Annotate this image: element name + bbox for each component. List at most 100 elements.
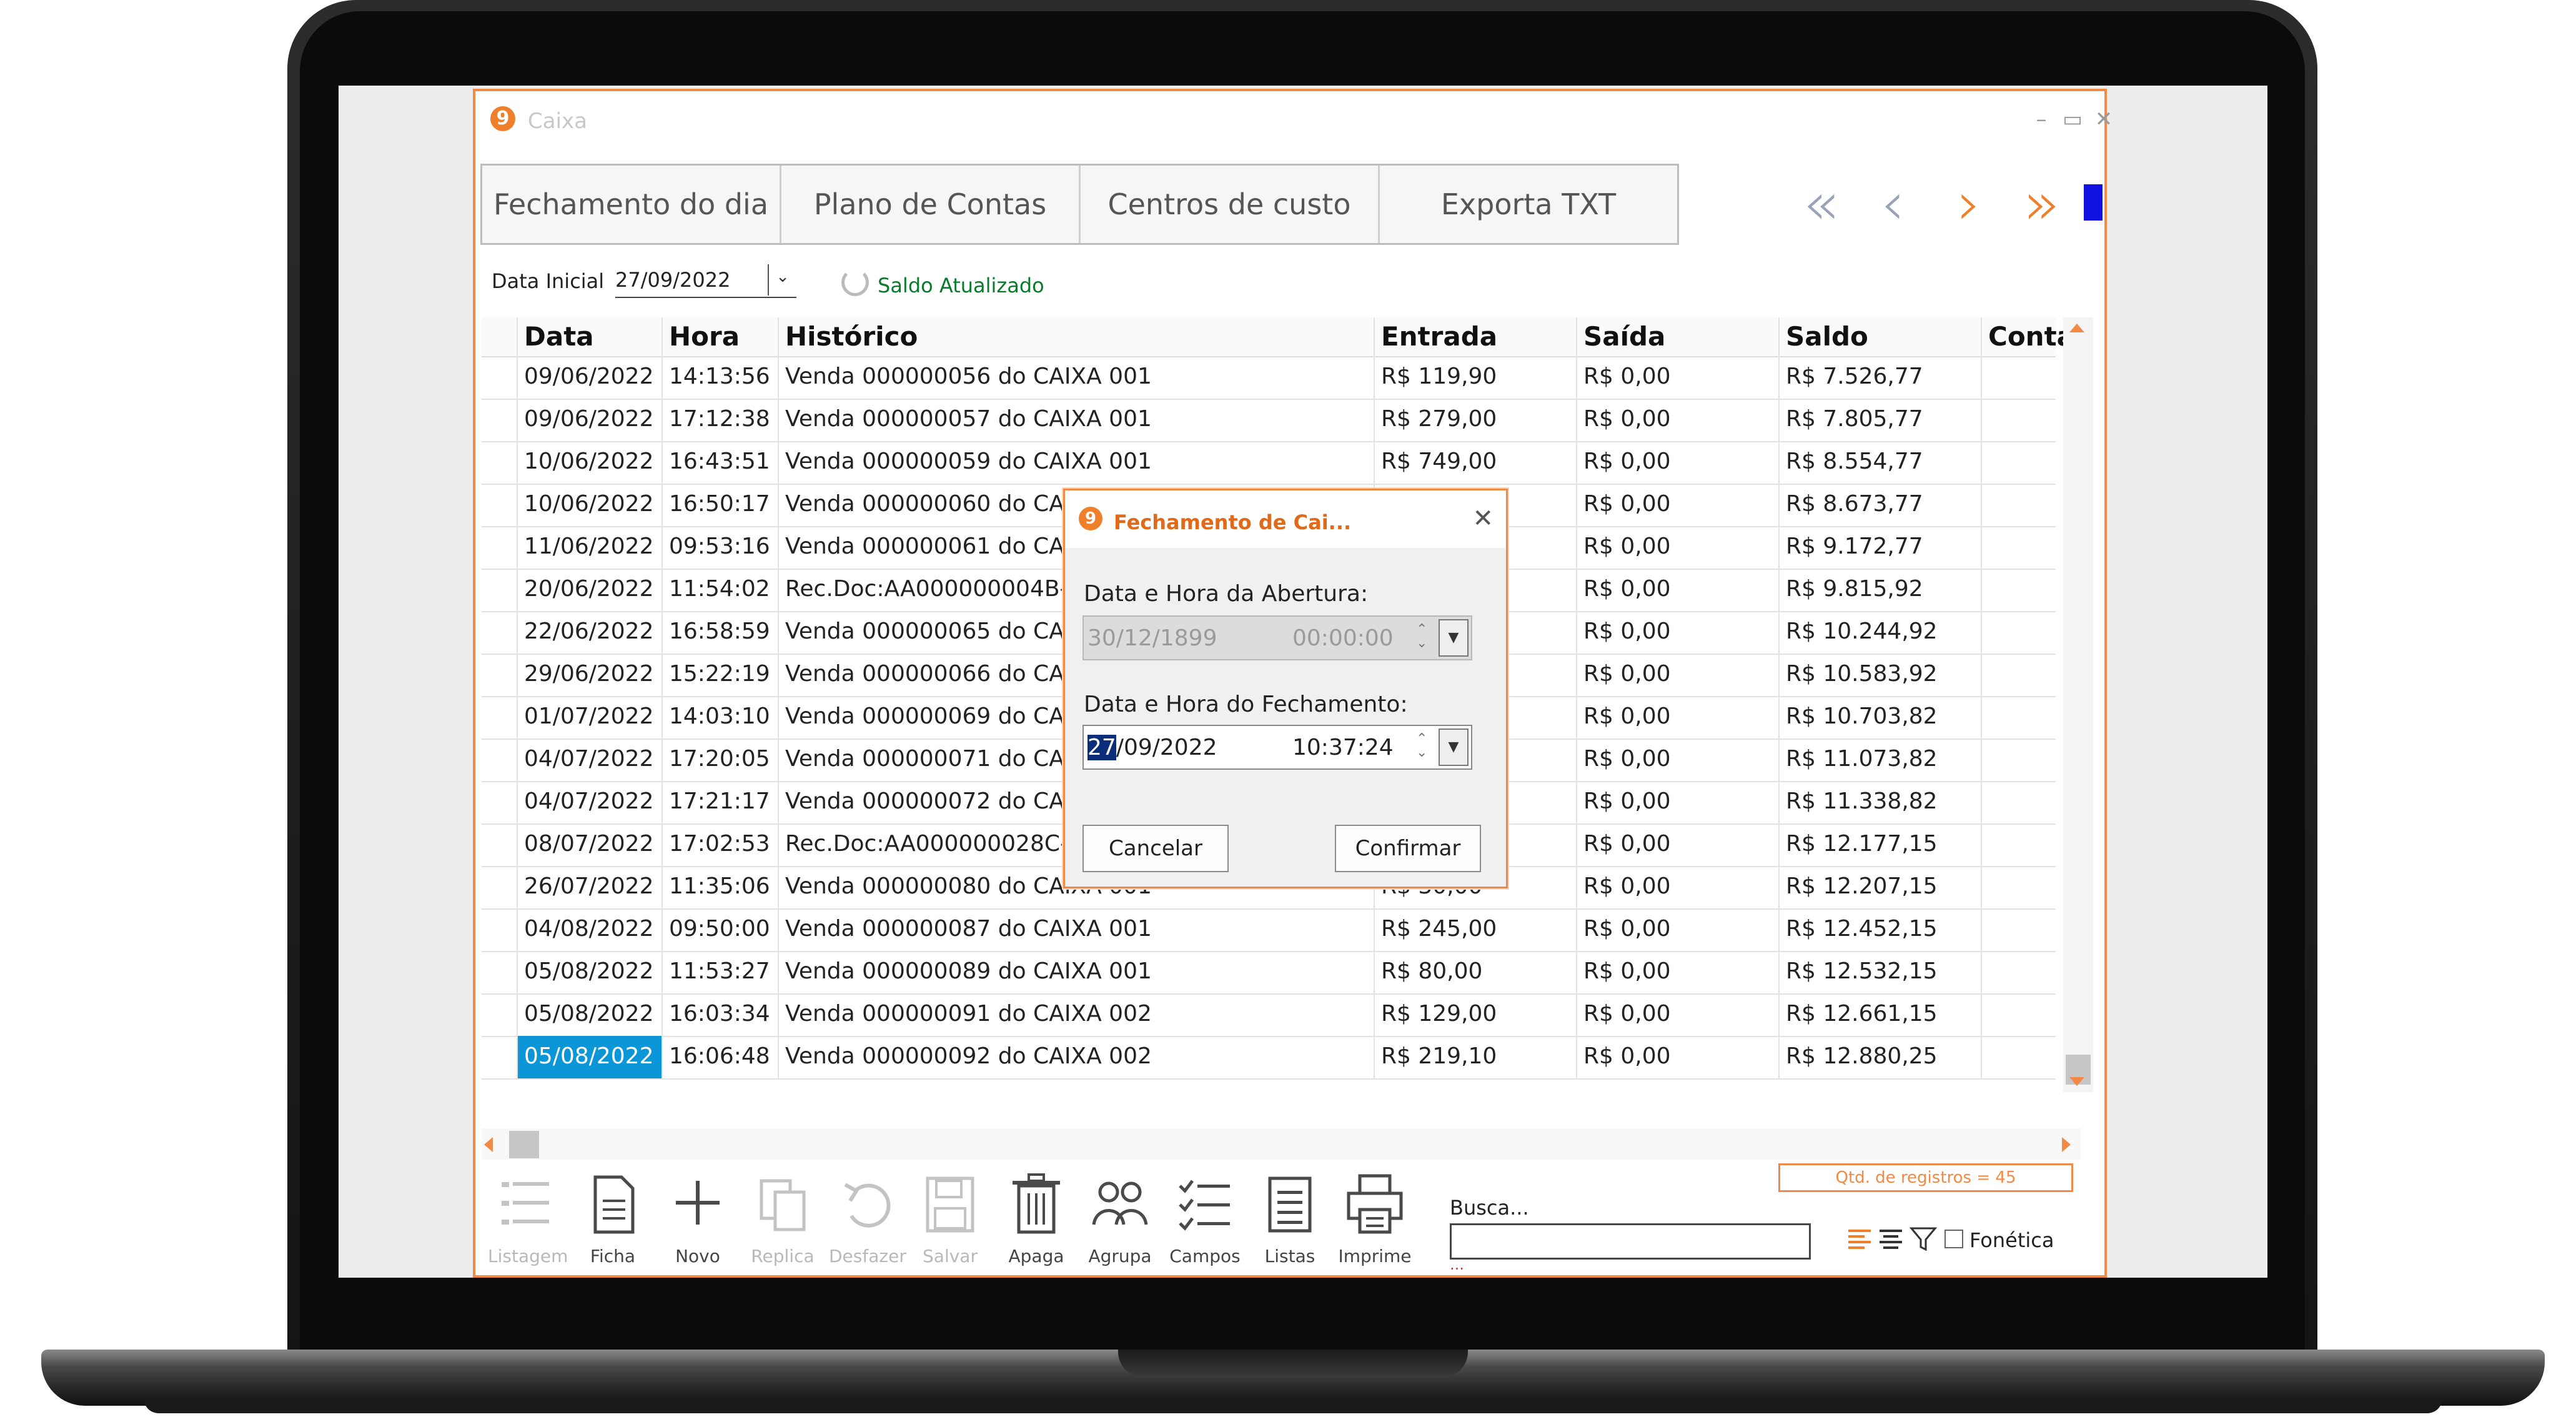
col-saldo[interactable]: Saldo xyxy=(1778,317,1981,356)
cell-saldo[interactable]: R$ 9.172,77 xyxy=(1778,526,1981,569)
busca-input[interactable] xyxy=(1450,1223,1811,1260)
apaga-button[interactable]: Apaga xyxy=(999,1172,1074,1278)
tab-plano-de-contas[interactable]: Plano de Contas xyxy=(781,166,1081,243)
cell-historico[interactable]: Venda 000000056 do CAIXA 001 xyxy=(778,356,1374,399)
cell-conta[interactable] xyxy=(1981,526,2056,569)
cell-saida[interactable]: R$ 0,00 xyxy=(1576,484,1778,526)
cell-entrada[interactable]: R$ 749,00 xyxy=(1374,441,1576,484)
cell-saldo[interactable]: R$ 12.661,15 xyxy=(1778,993,1981,1036)
listas-button[interactable]: Listas xyxy=(1252,1172,1327,1278)
scroll-down-icon[interactable] xyxy=(2069,1077,2084,1086)
col-data[interactable]: Data xyxy=(517,317,661,356)
cell-conta[interactable] xyxy=(1981,908,2056,951)
fechamento-time[interactable]: 10:37:24 xyxy=(1292,735,1394,760)
data-inicial-input[interactable]: 27/09/2022 ⌄ xyxy=(615,263,796,298)
table-row[interactable]: 10/06/2022 16:43:51 Venda 000000059 do CAI… xyxy=(482,441,2056,485)
cell-hora[interactable]: 17:12:38 xyxy=(661,399,778,441)
cell-hora[interactable]: 11:54:02 xyxy=(661,569,778,611)
table-row[interactable]: 05/08/2022 16:06:48 Venda 000000092 do CAI… xyxy=(482,1036,2056,1080)
cell-saida[interactable]: R$ 0,00 xyxy=(1576,654,1778,696)
cell-hora[interactable]: 11:35:06 xyxy=(661,866,778,908)
cell-conta[interactable] xyxy=(1981,696,2056,738)
fechamento-day-selected[interactable]: 27 xyxy=(1087,735,1116,760)
cell-saida[interactable]: R$ 0,00 xyxy=(1576,356,1778,399)
cell-data[interactable]: 05/08/2022 xyxy=(517,993,661,1036)
cell-conta[interactable] xyxy=(1981,484,2056,526)
cell-saida[interactable]: R$ 0,00 xyxy=(1576,908,1778,951)
cell-data[interactable]: 04/07/2022 xyxy=(517,738,661,781)
cell-hora[interactable]: 17:20:05 xyxy=(661,738,778,781)
fechamento-date[interactable]: 27/09/2022 xyxy=(1087,735,1217,760)
cell-saida[interactable]: R$ 0,00 xyxy=(1576,738,1778,781)
cell-conta[interactable] xyxy=(1981,441,2056,484)
tab-fechamento-do-dia[interactable]: Fechamento do dia xyxy=(482,166,781,243)
cell-saldo[interactable]: R$ 7.805,77 xyxy=(1778,399,1981,441)
next-record-icon[interactable]: › xyxy=(1957,174,1981,234)
cell-data[interactable]: 10/06/2022 xyxy=(517,484,661,526)
cell-historico[interactable]: Venda 000000087 do CAIXA 001 xyxy=(778,908,1374,951)
col-conta[interactable]: Conta xyxy=(1981,317,2074,356)
fechamento-datetime-input[interactable]: 27/09/2022 10:37:24 ⌃ ⌄ ▼ xyxy=(1082,725,1472,770)
cell-hora[interactable]: 09:53:16 xyxy=(661,526,778,569)
cell-hora[interactable]: 16:03:34 xyxy=(661,993,778,1036)
cell-saldo[interactable]: R$ 10.703,82 xyxy=(1778,696,1981,738)
cell-saldo[interactable]: R$ 11.073,82 xyxy=(1778,738,1981,781)
cell-hora[interactable]: 16:58:59 xyxy=(661,611,778,654)
cell-hora[interactable]: 16:06:48 xyxy=(661,1036,778,1078)
campos-button[interactable]: Campos xyxy=(1167,1172,1242,1278)
cell-historico[interactable]: Venda 000000057 do CAIXA 001 xyxy=(778,399,1374,441)
col-entrada[interactable]: Entrada xyxy=(1374,317,1576,356)
cell-data[interactable]: 08/07/2022 xyxy=(517,823,661,866)
chevron-down-icon[interactable]: ⌄ xyxy=(768,264,796,296)
col-historico[interactable]: Histórico xyxy=(778,317,1374,356)
cell-conta[interactable] xyxy=(1981,356,2056,399)
desfazer-button[interactable]: Desfazer xyxy=(829,1172,906,1278)
cell-historico[interactable]: Venda 000000092 do CAIXA 002 xyxy=(778,1036,1374,1078)
dialog-close-icon[interactable]: ✕ xyxy=(1472,504,1494,533)
cell-conta[interactable] xyxy=(1981,569,2056,611)
table-row[interactable]: 09/06/2022 14:13:56 Venda 000000056 do CAI… xyxy=(482,356,2056,400)
cell-saldo[interactable]: R$ 8.673,77 xyxy=(1778,484,1981,526)
cell-historico[interactable]: Venda 000000059 do CAIXA 001 xyxy=(778,441,1374,484)
cell-saida[interactable]: R$ 0,00 xyxy=(1576,951,1778,993)
hscroll-thumb[interactable] xyxy=(509,1131,539,1158)
cell-conta[interactable] xyxy=(1981,654,2056,696)
listagem-button[interactable]: Listagem xyxy=(488,1172,568,1278)
table-row[interactable]: 05/08/2022 16:03:34 Venda 000000091 do CAI… xyxy=(482,993,2056,1037)
scroll-up-icon[interactable] xyxy=(2069,324,2084,332)
horizontal-scrollbar[interactable] xyxy=(482,1128,2081,1160)
align-center-icon[interactable] xyxy=(1878,1227,1903,1252)
fonetica-checkbox[interactable] xyxy=(1944,1230,1963,1248)
cell-conta[interactable] xyxy=(1981,866,2056,908)
replica-button[interactable]: Replica xyxy=(745,1172,820,1278)
cell-hora[interactable]: 14:03:10 xyxy=(661,696,778,738)
cell-hora[interactable]: 16:50:17 xyxy=(661,484,778,526)
vertical-scrollbar[interactable] xyxy=(2063,317,2093,1092)
cell-entrada[interactable]: R$ 80,00 xyxy=(1374,951,1576,993)
busca-options-dots[interactable]: ... xyxy=(1450,1256,1464,1273)
cell-conta[interactable] xyxy=(1981,993,2056,1036)
cell-conta[interactable] xyxy=(1981,781,2056,823)
cell-saldo[interactable]: R$ 7.526,77 xyxy=(1778,356,1981,399)
cell-saldo[interactable]: R$ 12.880,25 xyxy=(1778,1036,1981,1078)
cell-data[interactable]: 04/07/2022 xyxy=(517,781,661,823)
cell-saldo[interactable]: R$ 12.177,15 xyxy=(1778,823,1981,866)
cell-conta[interactable] xyxy=(1981,399,2056,441)
cell-saida[interactable]: R$ 0,00 xyxy=(1576,781,1778,823)
cell-hora[interactable]: 15:22:19 xyxy=(661,654,778,696)
cell-saida[interactable]: R$ 0,00 xyxy=(1576,823,1778,866)
agrupa-button[interactable]: Agrupa xyxy=(1082,1172,1157,1278)
cell-conta[interactable] xyxy=(1981,611,2056,654)
imprime-button[interactable]: Imprime xyxy=(1337,1172,1412,1278)
close-icon[interactable]: ✕ xyxy=(2088,104,2119,135)
tab-centros-de-custo[interactable]: Centros de custo xyxy=(1081,166,1380,243)
cell-data[interactable]: 09/06/2022 xyxy=(517,356,661,399)
cell-conta[interactable] xyxy=(1981,951,2056,993)
cell-hora[interactable]: 11:53:27 xyxy=(661,951,778,993)
cell-entrada[interactable]: R$ 245,00 xyxy=(1374,908,1576,951)
table-row[interactable]: 09/06/2022 17:12:38 Venda 000000057 do CAI… xyxy=(482,399,2056,442)
cell-saida[interactable]: R$ 0,00 xyxy=(1576,569,1778,611)
cell-saldo[interactable]: R$ 9.815,92 xyxy=(1778,569,1981,611)
cell-hora[interactable]: 16:43:51 xyxy=(661,441,778,484)
cell-saldo[interactable]: R$ 12.532,15 xyxy=(1778,951,1981,993)
